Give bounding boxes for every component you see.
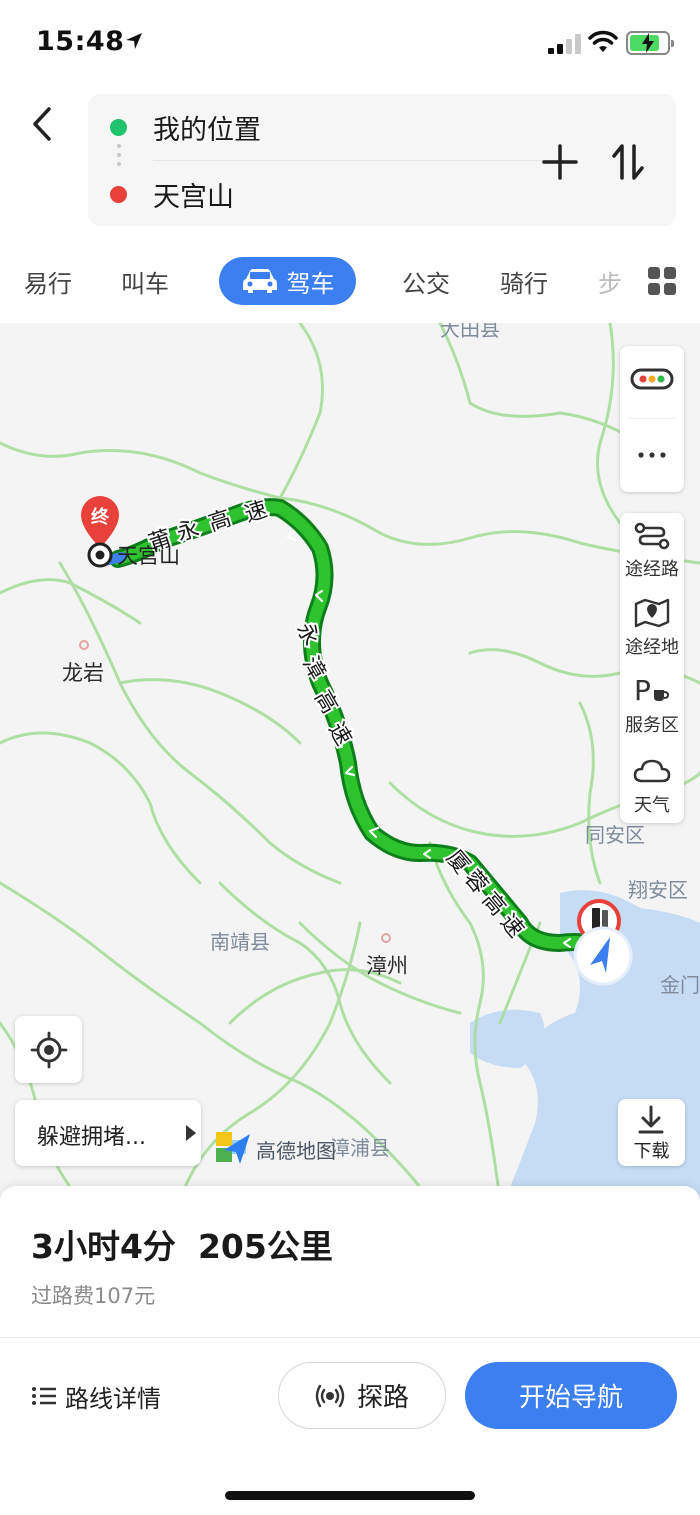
road-label-char: 速 [323, 718, 356, 750]
service-area-label: 服务区 [625, 715, 679, 736]
map-pin-icon [634, 598, 670, 628]
destination-map-label: 天宫山 [117, 544, 180, 568]
origin-field[interactable]: 我的位置 [88, 97, 518, 157]
sheet-divider [0, 1337, 700, 1338]
more-modes-grid-icon[interactable] [648, 267, 676, 295]
plus-icon [542, 144, 578, 180]
road-label-char: 速 [495, 910, 528, 943]
tab-walk[interactable]: 步 [598, 264, 622, 299]
road-label-char: 高 [477, 888, 510, 921]
caret-right-icon [186, 1125, 196, 1141]
transport-mode-tabs: 易行 叫车 驾车 公交 骑行 步 [0, 248, 700, 320]
avoid-congestion-button[interactable]: 躲避拥堵... [15, 1100, 201, 1166]
list-icon [32, 1387, 56, 1405]
via-route-icon [634, 522, 670, 550]
destination-dot [110, 185, 127, 203]
avoid-congestion-label: 躲避拥堵... [37, 1125, 146, 1150]
traffic-light-icon [630, 368, 674, 390]
swap-icon [612, 144, 644, 180]
svg-text:P: P [634, 674, 651, 705]
service-area-button[interactable]: P 服务区 [620, 669, 684, 745]
road-label-char: 高 [309, 686, 342, 718]
toll-fee: 过路费107元 [31, 1284, 156, 1308]
cloud-icon [633, 759, 671, 783]
road-label-char: 永 [291, 618, 324, 650]
location-arrow-icon [126, 33, 142, 49]
road-label-char: 速 [242, 497, 271, 528]
status-time: 15:48 [36, 26, 125, 57]
tab-yixing[interactable]: 易行 [24, 264, 72, 299]
route-details-button[interactable]: 路线详情 [31, 1376, 161, 1416]
destination-pin-icon [87, 542, 113, 568]
probe-road-button[interactable]: 探路 [278, 1362, 446, 1429]
status-bar: 15:48 [0, 0, 700, 80]
origin-dot [110, 118, 127, 136]
destination-text: 天宫山 [153, 181, 234, 213]
end-marker-label: 终 [91, 506, 110, 528]
route-tools-panel: 途经路 途经地 P 服务区 天气 [620, 513, 684, 823]
more-options-button[interactable] [620, 420, 684, 490]
parking-coffee-icon: P [634, 674, 670, 705]
traffic-toggle-button[interactable] [620, 346, 684, 416]
weather-label: 天气 [634, 795, 670, 816]
tab-bike[interactable]: 骑行 [500, 264, 548, 299]
destination-field[interactable]: 天宫山 [88, 164, 518, 224]
download-map-button[interactable]: 下载 [618, 1099, 685, 1166]
broadcast-icon [315, 1384, 345, 1407]
tab-taxi[interactable]: 叫车 [121, 264, 169, 299]
amap-logo-icon [216, 1132, 250, 1164]
cellular-signal-icon [548, 34, 582, 54]
route-summary: 3小时4分 205公里 [31, 1220, 333, 1268]
route-details-label: 路线详情 [65, 1384, 161, 1413]
map-provider-label: 高德地图 [256, 1139, 336, 1163]
via-route-label: 途经路 [625, 559, 679, 580]
road-label-char: 高 [206, 506, 235, 537]
home-indicator[interactable] [225, 1491, 475, 1500]
swap-route-button[interactable] [606, 140, 650, 184]
map-view[interactable]: 大田县 龙岩 南靖县 漳州 漳浦县 同安区 翔安区 金门 莆 永 高 速 永 漳… [0, 323, 700, 1200]
road-labels: 莆 永 高 速 永 漳 高 速 厦 蓉 高 速 [144, 495, 530, 945]
weather-button[interactable]: 天气 [620, 747, 684, 823]
origin-text: 我的位置 [153, 114, 261, 146]
back-button[interactable] [22, 102, 62, 146]
via-place-label: 途经地 [625, 637, 679, 658]
chevron-left-icon [33, 107, 51, 141]
probe-road-label: 探路 [356, 1383, 409, 1413]
add-waypoint-button[interactable] [538, 140, 582, 184]
via-route-button[interactable]: 途经路 [620, 513, 684, 589]
tab-drive-label: 驾车 [286, 269, 335, 298]
route-summary-sheet: 3小时4分 205公里 过路费107元 路线详情 探路 开始导航 [0, 1186, 700, 1515]
start-navigation-button[interactable]: 开始导航 [465, 1362, 677, 1429]
route-input-box: 我的位置 天宫山 [88, 94, 676, 226]
route-duration: 3小时4分 [31, 1227, 176, 1266]
tab-bus[interactable]: 公交 [402, 264, 450, 299]
more-dots-icon [638, 452, 666, 458]
route-divider [153, 160, 573, 161]
locate-me-button[interactable] [15, 1016, 82, 1083]
wifi-icon [588, 30, 618, 52]
traffic-panel [620, 346, 684, 492]
car-icon [242, 269, 277, 293]
route-distance: 205公里 [197, 1227, 333, 1266]
charging-bolt-icon [642, 33, 654, 53]
crosshair-icon [30, 1031, 67, 1068]
via-place-button[interactable]: 途经地 [620, 591, 684, 667]
current-location-icon [573, 926, 633, 986]
battery-icon [626, 31, 674, 55]
download-icon [638, 1105, 664, 1134]
road-label-char: 漳 [297, 652, 330, 684]
download-label: 下载 [633, 1141, 670, 1162]
tab-drive[interactable]: 驾车 [219, 257, 356, 305]
